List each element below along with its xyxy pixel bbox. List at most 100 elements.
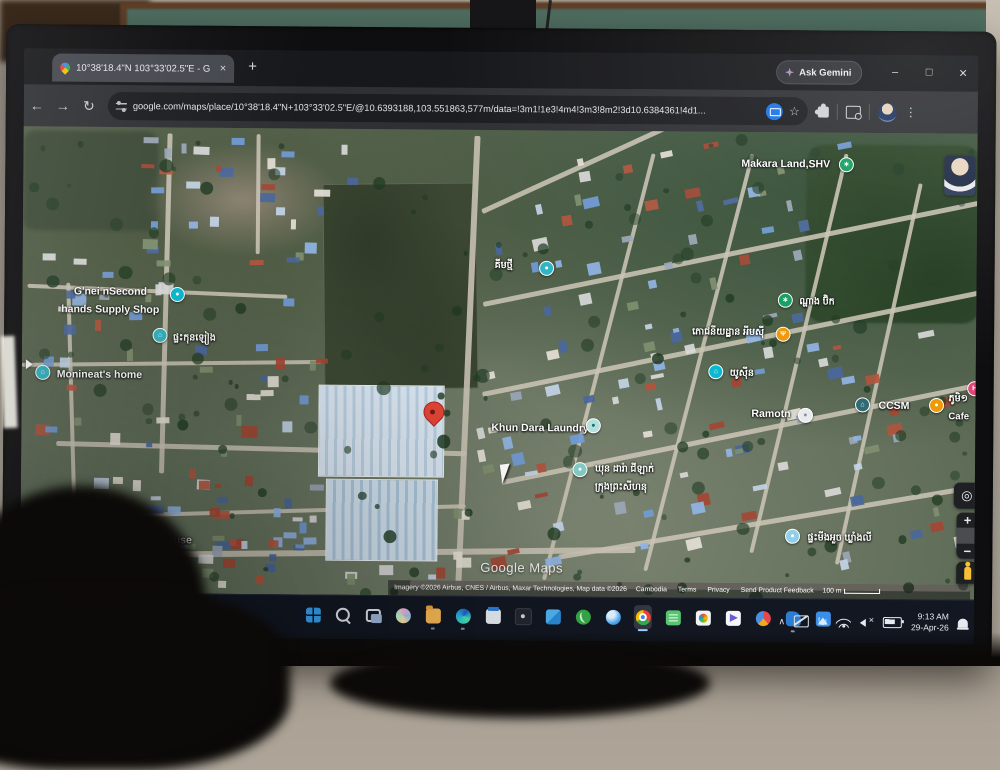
map-label-phteah-kon-leang[interactable]: ផ្ទះកុនឡៀង [173, 327, 216, 346]
usage-chart[interactable] [754, 606, 772, 630]
street-view-pegman-button[interactable] [956, 562, 978, 584]
battery-icon[interactable] [883, 617, 902, 628]
sticky-notes[interactable] [664, 605, 682, 629]
browser-tab[interactable]: 10°38'18.4"N 103°33'02.5"E - G × [52, 53, 234, 82]
edge-icon [455, 608, 470, 623]
address-bar[interactable]: google.com/maps/place/10°38'18.4"N+103°3… [108, 92, 808, 125]
mail-icon [545, 609, 560, 624]
photos-app[interactable] [694, 606, 712, 630]
start-button[interactable] [304, 602, 322, 626]
map-label-kim-thmey[interactable]: គីមថ្មី [495, 255, 513, 274]
copilot-sphere[interactable] [604, 605, 622, 629]
map-label-kleang-ly-home[interactable]: ផ្ទះមីងអួច ឃ្លាំងលី [807, 527, 871, 546]
site-settings-icon[interactable] [116, 101, 127, 110]
map-label-ramotn[interactable]: Ramotn [751, 404, 790, 423]
clipchamp-icon [725, 610, 740, 625]
home-icon[interactable]: ⌂ [152, 328, 167, 343]
chrome-toolbar: ← → ↻ google.com/maps/place/10°38'18.4"N… [24, 84, 978, 133]
map-label-nheang-bik[interactable]: ណ្ហាង ប៊ិក [799, 291, 834, 310]
keyboard-layout-indicator[interactable]: ខ្មែរ [818, 618, 827, 625]
volume-muted-icon[interactable] [860, 616, 874, 627]
xbox[interactable] [574, 605, 592, 629]
wifi-icon[interactable] [836, 616, 851, 627]
mail[interactable] [544, 604, 562, 628]
attribution-link[interactable]: Privacy [707, 587, 729, 594]
copilot-sphere-icon [605, 609, 620, 624]
reload-button[interactable]: ↻ [76, 97, 102, 114]
back-button[interactable]: ← [24, 97, 50, 113]
file-explorer[interactable] [424, 603, 442, 627]
url-text[interactable]: google.com/maps/place/10°38'18.4"N+103°3… [133, 101, 760, 116]
map-label-text: Makara Land,SHV [741, 158, 830, 171]
cafe-icon[interactable]: ● [929, 398, 944, 413]
zoom-in-button[interactable]: + [957, 513, 978, 529]
chrome-menu-icon[interactable]: ⋮ [905, 105, 917, 119]
home-icon[interactable]: ● [785, 529, 800, 544]
map-label-ccsm[interactable]: CCSM [878, 396, 909, 415]
edge[interactable] [454, 604, 472, 628]
close-button[interactable]: × [948, 56, 978, 90]
microsoft-store[interactable] [484, 604, 502, 628]
divider [837, 104, 838, 120]
map-label-text: យូស៊ីន [730, 368, 754, 379]
maximize-button[interactable]: □ [914, 55, 944, 89]
map-label-im-si-restaurant[interactable]: ភោជនីយដ្ឋាន អីមស៊ី [692, 321, 764, 340]
google-maps-watermark: Google Maps [480, 560, 563, 576]
send-to-devices-icon[interactable] [766, 103, 783, 120]
camera-off-icon[interactable] [794, 615, 809, 627]
hidden-icons-chevron[interactable]: ∧ [778, 616, 785, 627]
shopping-icon[interactable]: ● [170, 287, 185, 302]
clipchamp[interactable] [724, 606, 742, 630]
attribution-link[interactable]: Terms [678, 586, 697, 593]
chrome[interactable] [634, 605, 652, 629]
map-label-khun-dara-khmer[interactable]: ឃុន ដារ៉ា ជីឡាក់ ក្រុងព្រះសីហនុ [595, 458, 654, 495]
terrain-dirt [143, 141, 344, 258]
map-label-text: CCSM [878, 400, 909, 412]
search-button[interactable] [334, 603, 352, 627]
map-label-gnei-second-hands-supply-shop[interactable]: G'nei nSecond hands Supply Shop [61, 281, 159, 319]
map-label-text: ផ្ទះកុនឡៀង [173, 332, 216, 343]
extensions-icon[interactable] [818, 106, 829, 117]
widgets-dark-icon [514, 608, 531, 625]
copilot-button-icon [395, 608, 410, 623]
forward-button[interactable]: → [50, 97, 76, 113]
attribution-link[interactable]: Cambodia [636, 586, 667, 593]
leisure-flower-icon[interactable]: ∗ [839, 157, 854, 172]
bookmark-star-icon[interactable]: ☆ [789, 104, 800, 118]
widgets-dark[interactable] [514, 604, 532, 628]
map-label-monineats-home[interactable]: Monineat's home [57, 364, 142, 383]
leisure-flower-icon[interactable]: ∗ [778, 293, 793, 308]
place-dot-icon[interactable]: ● [798, 408, 813, 423]
home-icon[interactable]: ● [539, 261, 554, 276]
task-view-button[interactable] [364, 603, 382, 627]
tab-close-icon[interactable]: × [220, 63, 227, 75]
place-icon[interactable]: ● [572, 462, 587, 477]
my-location-button[interactable]: ◎ [954, 483, 978, 509]
file-explorer-icon [425, 608, 440, 623]
restaurant-icon[interactable]: Ψ [776, 327, 791, 342]
notifications-bell-icon[interactable] [958, 618, 968, 627]
zoom-out-button[interactable]: − [956, 543, 977, 559]
hospital-icon[interactable]: H [967, 381, 978, 396]
lodging-icon[interactable]: ⌂ [855, 397, 870, 412]
map-label-makara-land-shv[interactable]: Makara Land,SHV [741, 154, 830, 173]
home-icon[interactable]: ⌂ [35, 365, 50, 380]
map-label-khun-dara-laundry[interactable]: Khun Dara Laundry [491, 418, 589, 437]
audience-shoulder-silhouette [0, 590, 290, 770]
ask-gemini-button[interactable]: Ask Gemini [776, 60, 862, 85]
lodging-icon[interactable]: ⌂ [708, 364, 723, 379]
copilot-button[interactable] [394, 603, 412, 627]
side-panel-arrow-icon[interactable] [26, 359, 33, 369]
taskbar-icons [304, 602, 832, 630]
microsoft-store-icon [485, 608, 500, 623]
minimize-button[interactable]: – [880, 55, 910, 89]
profile-avatar[interactable] [878, 102, 897, 121]
side-search-icon[interactable] [846, 105, 861, 118]
laundry-icon[interactable]: ● [586, 418, 601, 433]
tray-clock[interactable]: 9:13 AM 29-Apr-26 [911, 612, 949, 634]
chrome-icon [635, 610, 650, 625]
new-tab-button[interactable]: + [248, 58, 257, 75]
attribution-link[interactable]: Send Product Feedback [741, 587, 814, 595]
gemini-sparkle-icon [785, 68, 794, 77]
map-label-yu-sin[interactable]: យូស៊ីន [730, 363, 754, 382]
